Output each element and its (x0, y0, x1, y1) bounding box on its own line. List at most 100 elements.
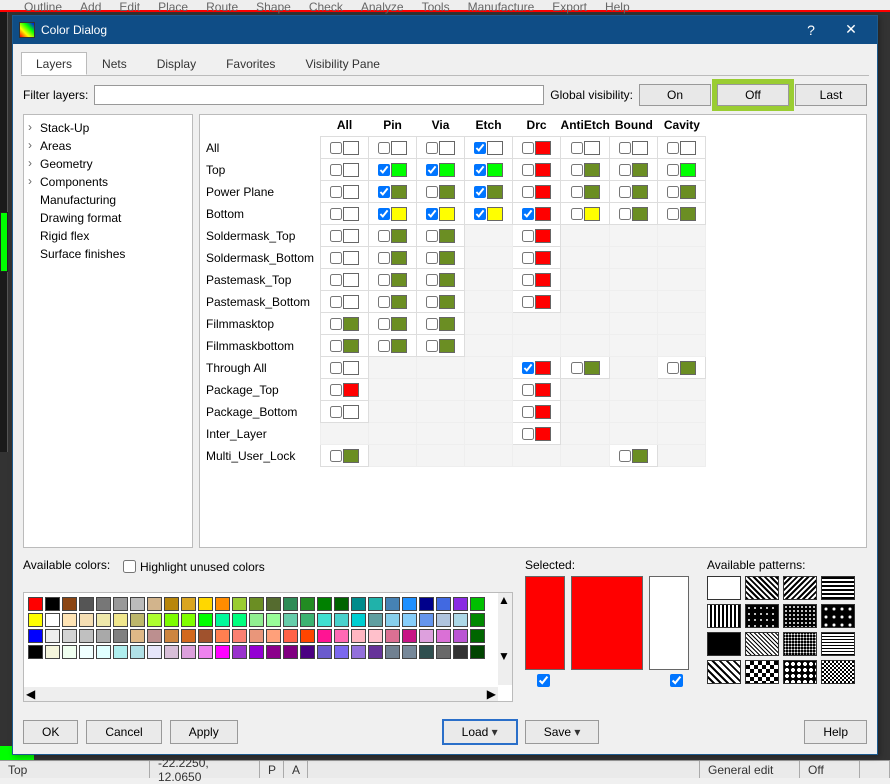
palette-swatch[interactable] (215, 645, 230, 659)
palette-swatch[interactable] (300, 597, 315, 611)
layer-color-swatch[interactable] (343, 207, 359, 221)
palette-swatch[interactable] (470, 613, 485, 627)
palette-swatch[interactable] (62, 629, 77, 643)
palette-swatch[interactable] (164, 629, 179, 643)
palette-swatch[interactable] (79, 645, 94, 659)
layer-visibility-checkbox[interactable] (330, 142, 342, 154)
tree-item[interactable]: Components (24, 173, 192, 191)
layer-color-swatch[interactable] (439, 141, 455, 155)
layer-visibility-checkbox[interactable] (378, 164, 390, 176)
highlight-unused-checkbox[interactable]: Highlight unused colors (123, 560, 265, 574)
palette-vscroll[interactable]: ▲▼ (498, 593, 512, 685)
layer-visibility-checkbox[interactable] (426, 164, 438, 176)
layer-visibility-checkbox[interactable] (426, 142, 438, 154)
selected-color-pattern[interactable] (571, 576, 643, 670)
layer-color-swatch[interactable] (584, 207, 600, 221)
palette-swatch[interactable] (419, 597, 434, 611)
layer-color-swatch[interactable] (343, 295, 359, 309)
tree-item[interactable]: Rigid flex (24, 227, 192, 245)
layer-color-swatch[interactable] (391, 207, 407, 221)
tree-item[interactable]: Drawing format (24, 209, 192, 227)
layer-color-swatch[interactable] (439, 273, 455, 287)
layer-color-swatch[interactable] (343, 449, 359, 463)
palette-swatch[interactable] (215, 613, 230, 627)
layer-visibility-checkbox[interactable] (378, 186, 390, 198)
palette-swatch[interactable] (147, 645, 162, 659)
palette-swatch[interactable] (453, 645, 468, 659)
palette-swatch[interactable] (266, 629, 281, 643)
layer-color-swatch[interactable] (343, 229, 359, 243)
layer-visibility-checkbox[interactable] (522, 164, 534, 176)
pattern-grid[interactable] (707, 576, 867, 684)
layer-visibility-checkbox[interactable] (330, 230, 342, 242)
tree-item[interactable]: Areas (24, 137, 192, 155)
layer-visibility-checkbox[interactable] (378, 340, 390, 352)
layer-visibility-checkbox[interactable] (378, 230, 390, 242)
layer-visibility-checkbox[interactable] (522, 142, 534, 154)
layer-color-swatch[interactable] (487, 185, 503, 199)
palette-swatch[interactable] (198, 629, 213, 643)
palette-swatch[interactable] (283, 613, 298, 627)
palette-swatch[interactable] (113, 629, 128, 643)
layer-visibility-checkbox[interactable] (330, 252, 342, 264)
layer-color-swatch[interactable] (439, 163, 455, 177)
layer-visibility-checkbox[interactable] (667, 362, 679, 374)
layer-visibility-checkbox[interactable] (330, 186, 342, 198)
layer-color-swatch[interactable] (391, 317, 407, 331)
layer-visibility-checkbox[interactable] (426, 252, 438, 264)
palette-swatch[interactable] (402, 597, 417, 611)
layer-color-swatch[interactable] (343, 251, 359, 265)
layer-color-swatch[interactable] (391, 141, 407, 155)
palette-swatch[interactable] (419, 645, 434, 659)
palette-swatch[interactable] (232, 645, 247, 659)
palette-swatch[interactable] (351, 645, 366, 659)
layer-color-swatch[interactable] (343, 405, 359, 419)
save-button[interactable]: Save (525, 720, 600, 744)
tab-favorites[interactable]: Favorites (211, 52, 290, 75)
layer-color-swatch[interactable] (535, 427, 551, 441)
layer-color-swatch[interactable] (535, 229, 551, 243)
layer-visibility-checkbox[interactable] (330, 340, 342, 352)
palette-swatch[interactable] (317, 645, 332, 659)
layer-visibility-checkbox[interactable] (378, 252, 390, 264)
category-tree[interactable]: Stack-UpAreasGeometryComponentsManufactu… (23, 114, 193, 548)
tree-item[interactable]: Stack-Up (24, 119, 192, 137)
tab-display[interactable]: Display (142, 52, 211, 75)
layer-visibility-checkbox[interactable] (522, 208, 534, 220)
palette-swatch[interactable] (215, 597, 230, 611)
layer-color-swatch[interactable] (439, 251, 455, 265)
palette-swatch[interactable] (402, 629, 417, 643)
palette-swatch[interactable] (385, 629, 400, 643)
layer-visibility-checkbox[interactable] (619, 208, 631, 220)
palette-swatch[interactable] (334, 597, 349, 611)
palette-swatch[interactable] (181, 645, 196, 659)
palette-swatch[interactable] (249, 645, 264, 659)
palette-swatch[interactable] (96, 629, 111, 643)
palette-swatch[interactable] (266, 597, 281, 611)
layer-visibility-checkbox[interactable] (522, 296, 534, 308)
layer-visibility-checkbox[interactable] (330, 384, 342, 396)
layer-visibility-checkbox[interactable] (330, 296, 342, 308)
layer-visibility-checkbox[interactable] (426, 318, 438, 330)
layer-visibility-checkbox[interactable] (474, 208, 486, 220)
palette-swatch[interactable] (164, 645, 179, 659)
palette-swatch[interactable] (45, 597, 60, 611)
palette-swatch[interactable] (96, 613, 111, 627)
layer-visibility-checkbox[interactable] (522, 274, 534, 286)
layer-color-swatch[interactable] (584, 163, 600, 177)
palette-swatch[interactable] (113, 613, 128, 627)
layer-visibility-checkbox[interactable] (330, 274, 342, 286)
layer-color-swatch[interactable] (343, 185, 359, 199)
palette-swatch[interactable] (470, 629, 485, 643)
layer-visibility-checkbox[interactable] (619, 186, 631, 198)
palette-swatch[interactable] (164, 597, 179, 611)
layer-color-swatch[interactable] (439, 317, 455, 331)
layer-color-swatch[interactable] (535, 383, 551, 397)
layer-color-swatch[interactable] (584, 141, 600, 155)
layer-visibility-checkbox[interactable] (378, 318, 390, 330)
palette-swatch[interactable] (147, 613, 162, 627)
layer-color-swatch[interactable] (535, 361, 551, 375)
palette-swatch[interactable] (266, 613, 281, 627)
palette-swatch[interactable] (368, 597, 383, 611)
layer-color-swatch[interactable] (439, 339, 455, 353)
